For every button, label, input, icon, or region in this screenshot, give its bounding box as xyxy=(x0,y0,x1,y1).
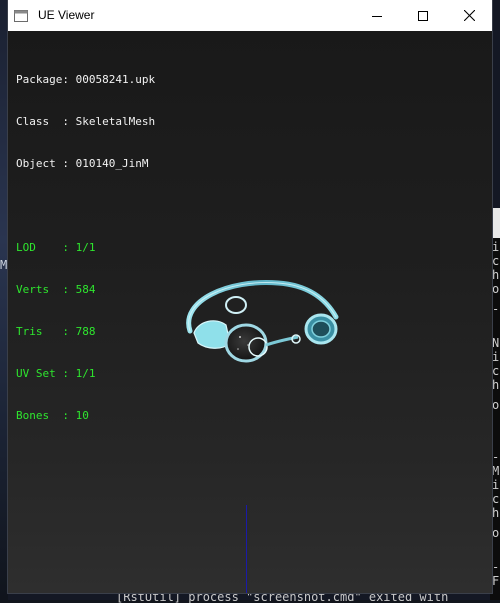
close-icon xyxy=(463,6,475,25)
console-fragment: c xyxy=(492,364,500,378)
desktop-left-strip xyxy=(0,0,8,600)
console-fragment: - xyxy=(492,560,500,574)
background-window-fragment: M xyxy=(0,258,8,272)
background-scrollbar xyxy=(492,208,500,238)
uvset-value: 1/1 xyxy=(75,367,96,380)
console-fragment: o xyxy=(492,282,500,296)
console-fragment: F xyxy=(492,574,500,588)
tris-row: Tris : 788 xyxy=(16,325,155,339)
verts-label: Verts : xyxy=(16,283,76,296)
object-row: Object : 010140_JinM xyxy=(16,157,155,171)
ue-viewer-window[interactable]: UE Viewer Package: 00058241.upk Class : … xyxy=(8,0,492,593)
bones-row: Bones : 10 xyxy=(16,409,155,423)
console-fragment: c xyxy=(492,492,500,506)
object-value: 010140_JinM xyxy=(75,157,149,170)
console-fragment: o xyxy=(492,526,500,540)
maximize-icon xyxy=(418,6,428,25)
class-label: Class : xyxy=(16,115,76,128)
bones-value: 10 xyxy=(75,409,89,422)
package-value: 00058241.upk xyxy=(75,73,156,86)
package-row: Package: 00058241.upk xyxy=(16,73,155,87)
title-bar[interactable]: UE Viewer xyxy=(8,0,492,31)
tris-label: Tris : xyxy=(16,325,76,338)
lod-label: LOD : xyxy=(16,241,76,254)
3d-viewport[interactable]: Package: 00058241.upk Class : SkeletalMe… xyxy=(8,31,492,593)
lod-value: 1/1 xyxy=(75,241,96,254)
verts-value: 584 xyxy=(75,283,96,296)
minimize-icon xyxy=(372,6,382,25)
minimize-button[interactable] xyxy=(354,0,400,31)
console-fragment: i xyxy=(492,240,500,254)
console-fragment: - xyxy=(492,450,500,464)
package-label: Package: xyxy=(16,73,76,86)
app-icon xyxy=(14,8,28,22)
verts-row: Verts : 584 xyxy=(16,283,155,297)
maximize-button[interactable] xyxy=(400,0,446,31)
class-value: SkeletalMesh xyxy=(75,115,156,128)
uvset-row: UV Set : 1/1 xyxy=(16,367,155,381)
goggles-mesh-render xyxy=(186,280,339,363)
bones-label: Bones : xyxy=(16,409,76,422)
class-row: Class : SkeletalMesh xyxy=(16,115,155,129)
console-fragment: i xyxy=(492,478,500,492)
console-fragment: c xyxy=(492,254,500,268)
console-fragment: N xyxy=(492,336,500,350)
console-fragment: h xyxy=(492,506,500,520)
console-fragment: M xyxy=(492,464,500,478)
viewport-axis-line xyxy=(246,505,247,593)
window-title: UE Viewer xyxy=(38,8,95,22)
object-label: Object : xyxy=(16,157,76,170)
uvset-label: UV Set : xyxy=(16,367,76,380)
close-button[interactable] xyxy=(446,0,492,31)
console-fragment: h xyxy=(492,268,500,282)
console-fragment: h xyxy=(492,378,500,392)
console-fragment: i xyxy=(492,350,500,364)
tris-value: 788 xyxy=(75,325,96,338)
mesh-info-overlay: Package: 00058241.upk Class : SkeletalMe… xyxy=(16,45,155,451)
lod-row: LOD : 1/1 xyxy=(16,241,155,255)
console-fragment: - xyxy=(492,302,500,316)
console-fragment: o xyxy=(492,398,500,412)
